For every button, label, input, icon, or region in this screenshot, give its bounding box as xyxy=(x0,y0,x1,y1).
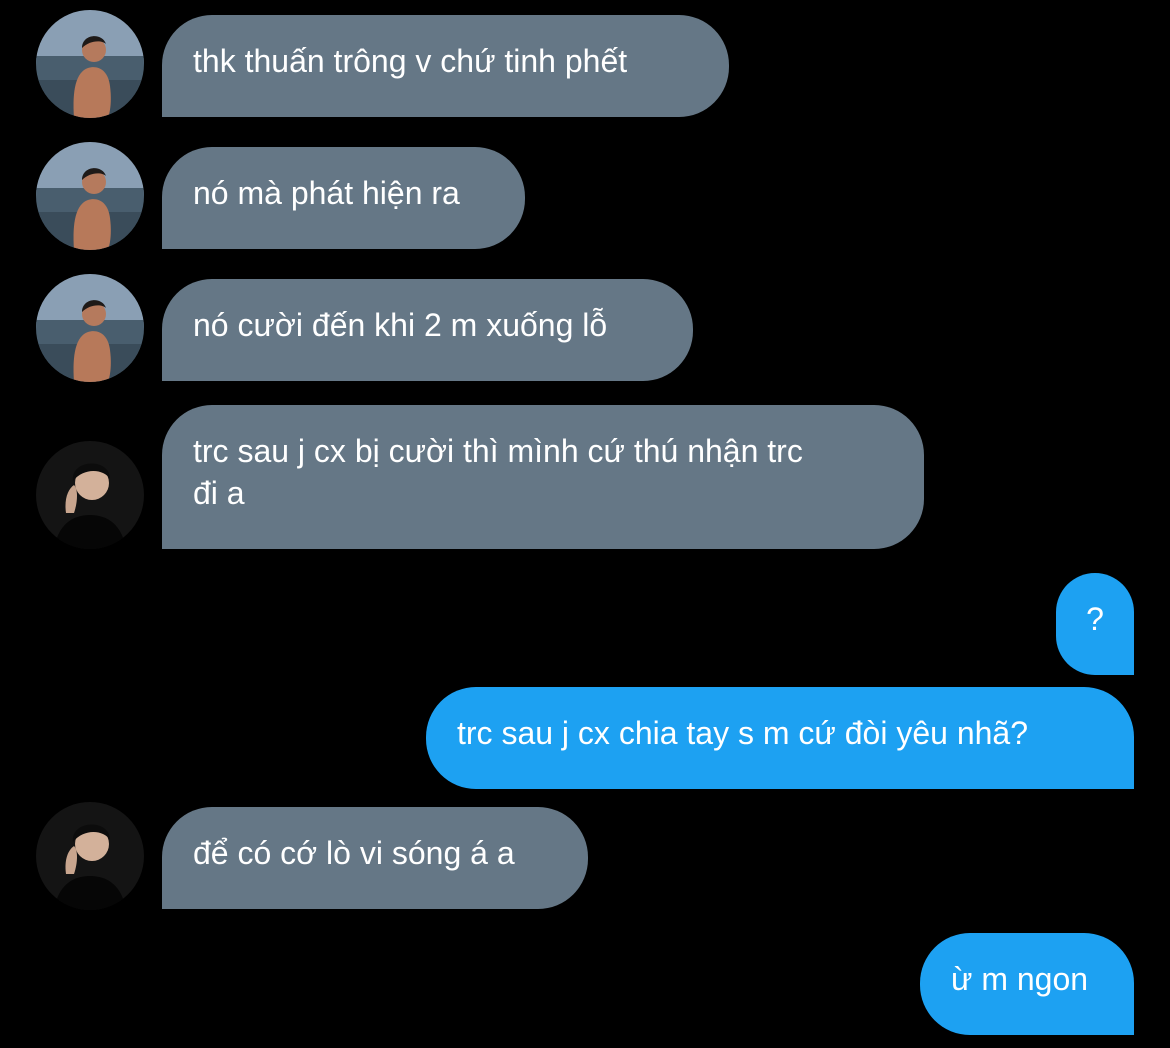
person-dark-avatar-icon xyxy=(36,441,144,549)
avatar[interactable] xyxy=(36,802,144,910)
list-item[interactable]: thk thuấn trông v chứ tinh phết xyxy=(162,15,729,117)
list-item[interactable]: để có cớ lò vi sóng á a xyxy=(162,807,588,909)
list-item[interactable]: trc sau j cx chia tay s m cứ đòi yêu nhã… xyxy=(426,687,1134,789)
person-beach-avatar-icon xyxy=(36,142,144,250)
list-item[interactable]: nó mà phát hiện ra xyxy=(162,147,525,249)
avatar[interactable] xyxy=(36,142,144,250)
list-item[interactable]: nó cười đến khi 2 m xuống lỗ xyxy=(162,279,693,381)
avatar[interactable] xyxy=(36,441,144,549)
person-dark-avatar-icon xyxy=(36,802,144,910)
person-beach-avatar-icon xyxy=(36,274,144,382)
avatar[interactable] xyxy=(36,274,144,382)
list-item[interactable]: trc sau j cx bị cười thì mình cứ thú nhậ… xyxy=(162,405,924,549)
chat-transcript: thk thuấn trông v chứ tinh phết nó mà ph… xyxy=(0,0,1170,1048)
list-item[interactable]: ừ m ngon xyxy=(920,933,1134,1035)
list-item[interactable]: ? xyxy=(1056,573,1134,675)
person-beach-avatar-icon xyxy=(36,10,144,118)
avatar[interactable] xyxy=(36,10,144,118)
